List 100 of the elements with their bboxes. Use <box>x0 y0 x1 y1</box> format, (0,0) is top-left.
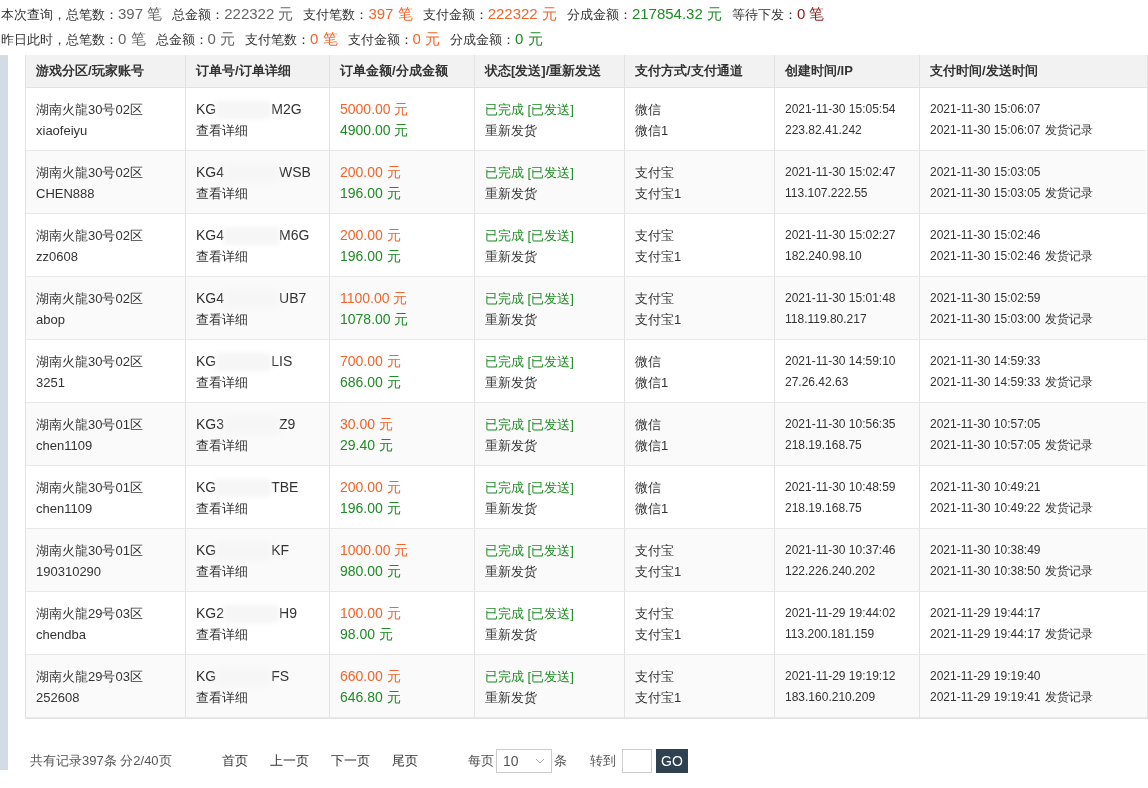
summary-value: 397 笔 <box>118 4 163 24</box>
go-button[interactable]: GO <box>656 749 688 773</box>
detail-link[interactable]: 查看详细 <box>196 120 248 141</box>
table-cell-text: 支付宝 <box>635 227 675 245</box>
resend-link[interactable]: 重新发货 <box>485 246 537 267</box>
share-amount: 29.40 元 <box>340 436 394 455</box>
column-header: 创建时间/IP <box>785 62 853 81</box>
detail-link[interactable]: 查看详细 <box>196 372 248 393</box>
table-cell-text: 118.119.80.217 <box>785 311 868 328</box>
table-cell-text: 支付宝 <box>635 668 675 686</box>
order-amount: 1100.00 元 <box>340 289 409 308</box>
detail-link[interactable]: 查看详细 <box>196 561 248 582</box>
table-cell-text: 支付宝 <box>635 542 675 560</box>
status-text: 已完成 [已发送] <box>485 668 575 686</box>
page-link[interactable]: 下一页 <box>331 751 370 771</box>
table-cell-text: KF <box>271 541 290 560</box>
resend-link[interactable]: 重新发货 <box>485 372 537 393</box>
summary-label: 本次查询，总笔数： <box>1 6 118 24</box>
delivery-log-link[interactable]: 发货记录 <box>1044 561 1093 582</box>
detail-link[interactable]: 查看详细 <box>196 246 248 267</box>
delivery-log-link[interactable]: 发货记录 <box>1044 246 1093 267</box>
table-cell-text: H9 <box>279 604 297 623</box>
table-cell-text: KG <box>196 352 217 371</box>
delivery-log-link[interactable]: 发货记录 <box>1044 183 1093 204</box>
detail-link[interactable]: 查看详细 <box>196 435 248 456</box>
column-header: 支付方式/支付通道 <box>635 62 743 81</box>
summary-label: 总金额： <box>155 31 208 49</box>
detail-link[interactable]: 查看详细 <box>196 687 248 708</box>
share-amount: 196.00 元 <box>340 184 402 203</box>
order-amount: 200.00 元 <box>340 163 402 182</box>
table-cell-text: 微信1 <box>635 500 670 518</box>
share-amount: 980.00 元 <box>340 562 402 581</box>
page-input[interactable] <box>622 749 652 773</box>
table-cell-text: 2021-11-30 15:01:48 <box>785 290 897 307</box>
per-page-select[interactable]: 10 <box>496 749 552 773</box>
table-cell-text: 218.19.168.75 <box>785 437 863 454</box>
order-amount: 1000.00 元 <box>340 541 410 560</box>
summary-label: 总金额： <box>172 6 225 24</box>
page-link[interactable]: 上一页 <box>270 751 309 771</box>
goto-label: 转到 <box>590 752 616 771</box>
table-cell-text: 2021-11-30 10:48:59 <box>785 479 897 496</box>
detail-link[interactable]: 查看详细 <box>196 624 248 645</box>
table-cell-text: 2021-11-30 15:02:27 <box>785 227 897 244</box>
summary-value: 217854.32 元 <box>631 4 722 24</box>
delivery-log-link[interactable]: 发货记录 <box>1044 120 1093 141</box>
resend-link[interactable]: 重新发货 <box>485 309 537 330</box>
table-cell-text: 2021-11-29 19:44:17 <box>930 605 1041 622</box>
column-header: 游戏分区/玩家账号 <box>36 62 144 81</box>
table-cell-text: 湖南火龍30号01区 <box>36 542 144 560</box>
order-amount: 100.00 元 <box>340 604 402 623</box>
table-cell-text: 支付宝1 <box>635 626 683 644</box>
delivery-log-link[interactable]: 发货记录 <box>1044 435 1093 456</box>
table-cell-text: 微信1 <box>635 437 670 455</box>
table-cell-text: M2G <box>271 100 302 119</box>
share-amount: 196.00 元 <box>340 247 402 266</box>
order-amount: 700.00 元 <box>340 352 402 371</box>
table-cell-text: KG2 <box>196 604 224 623</box>
table-cell-text: KG <box>196 541 217 560</box>
resend-link[interactable]: 重新发货 <box>485 498 537 519</box>
table-cell-text: 2021-11-30 10:37:46 <box>785 542 897 559</box>
detail-link[interactable]: 查看详细 <box>196 309 248 330</box>
detail-link[interactable]: 查看详细 <box>196 498 248 519</box>
record-count: 共有记录397条 分2/40页 <box>30 752 173 771</box>
delivery-log-link[interactable]: 发货记录 <box>1044 498 1093 519</box>
page-link[interactable]: 尾页 <box>392 751 418 771</box>
detail-link[interactable]: 查看详细 <box>196 183 248 204</box>
table-cell-text: 湖南火龍29号03区 <box>36 668 144 686</box>
resend-link[interactable]: 重新发货 <box>485 561 537 582</box>
delivery-log-link[interactable]: 发货记录 <box>1044 687 1093 708</box>
table-cell-text: 2021-11-30 10:49:21 <box>930 479 1041 496</box>
delivery-log-link[interactable]: 发货记录 <box>1044 372 1093 393</box>
table-cell-text: 2021-11-30 10:38:50 <box>930 563 1041 580</box>
table-cell-text: 2021-11-29 19:19:41 <box>930 689 1041 706</box>
delivery-log-link[interactable]: 发货记录 <box>1044 624 1093 645</box>
order-amount: 660.00 元 <box>340 667 402 686</box>
resend-link[interactable]: 重新发货 <box>485 624 537 645</box>
table-cell-text: 2021-11-30 15:02:46 <box>930 227 1041 244</box>
table-cell-text: zz0608 <box>36 248 79 266</box>
table-cell-text: 湖南火龍30号02区 <box>36 353 144 371</box>
table-cell-text: 微信1 <box>635 122 670 140</box>
table-cell-text: 湖南火龍30号02区 <box>36 101 144 119</box>
page-link[interactable]: 首页 <box>222 751 248 771</box>
resend-link[interactable]: 重新发货 <box>485 435 537 456</box>
delivery-log-link[interactable]: 发货记录 <box>1044 309 1093 330</box>
table-cell-text: 湖南火龍30号02区 <box>36 227 144 245</box>
table-cell-text: 微信 <box>635 101 662 119</box>
resend-link[interactable]: 重新发货 <box>485 687 537 708</box>
per-page-label: 每页 <box>468 752 494 771</box>
table-cell-text: 2021-11-29 19:44:17 <box>930 626 1041 643</box>
table-cell-text: xiaofeiyu <box>36 122 89 140</box>
resend-link[interactable]: 重新发货 <box>485 120 537 141</box>
share-amount: 686.00 元 <box>340 373 402 392</box>
summary-label: 分成金额： <box>566 6 632 24</box>
table-cell-text: 2021-11-29 19:44:02 <box>785 605 897 622</box>
table-cell-text: 122.226.240.202 <box>785 563 877 580</box>
status-text: 已完成 [已发送] <box>485 353 575 371</box>
table-cell-text: 2021-11-30 15:02:46 <box>930 248 1041 265</box>
resend-link[interactable]: 重新发货 <box>485 183 537 204</box>
table-cell-text: UB7 <box>279 289 307 308</box>
summary-value: 222322 元 <box>224 4 294 24</box>
